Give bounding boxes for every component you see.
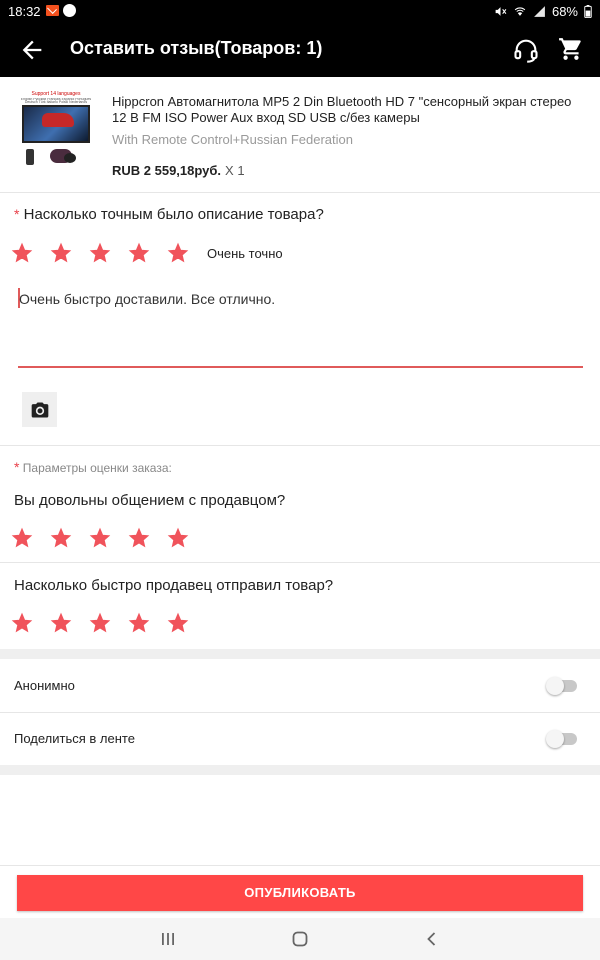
share-feed-toggle[interactable] (546, 730, 577, 748)
star-icon[interactable] (50, 527, 89, 549)
mail-notification-icon (46, 5, 59, 16)
system-nav-bar (0, 918, 600, 960)
publish-button[interactable]: ОПУБЛИКОВАТЬ (17, 875, 583, 911)
star-icon[interactable] (50, 242, 89, 264)
thumbnail-car (42, 113, 74, 127)
product-thumbnail[interactable]: Support 14 languages English Русский Fra… (16, 91, 96, 171)
app-notification-icon (63, 4, 76, 17)
star-icon[interactable] (128, 242, 167, 264)
cart-button[interactable] (558, 36, 586, 64)
section-divider (0, 445, 600, 446)
add-photo-button[interactable] (22, 392, 57, 427)
app-bar: Оставить отзыв(Товаров: 1) (0, 24, 600, 77)
thumbnail-remote (26, 149, 34, 165)
section-separator (0, 649, 600, 659)
description-question-text: Насколько точным было описание товара? (23, 206, 324, 223)
star-icon[interactable] (167, 527, 206, 549)
thumbnail-camera-lens (64, 153, 76, 163)
recent-apps-icon (162, 933, 174, 945)
product-price: RUB 2 559,18руб. (112, 163, 222, 178)
cart-icon (559, 38, 581, 60)
product-quantity: X 1 (225, 163, 245, 178)
recent-apps-button[interactable] (156, 927, 180, 951)
headset-icon (514, 39, 538, 63)
required-mark: * (14, 459, 20, 475)
star-icon[interactable] (50, 612, 89, 634)
seller-communication-question: Вы довольны общением с продавцом? (14, 492, 286, 509)
signal-icon (534, 6, 545, 17)
home-button[interactable] (288, 927, 312, 951)
product-title: Hippcron Автомагнитола MP5 2 Din Bluetoo… (112, 94, 572, 125)
back-button[interactable] (18, 36, 46, 64)
review-text: Очень быстро доставили. Все отлично. (19, 291, 276, 307)
support-button[interactable] (512, 36, 540, 64)
toggle-knob (546, 730, 564, 748)
publish-bar: ОПУБЛИКОВАТЬ (0, 865, 600, 918)
battery-icon (584, 5, 592, 18)
star-icon[interactable] (11, 242, 50, 264)
order-params-label-text: Параметры оценки заказа: (22, 461, 172, 475)
star-icon[interactable] (89, 242, 128, 264)
section-separator (0, 765, 600, 775)
chevron-left-icon (427, 932, 436, 946)
review-input[interactable]: Очень быстро доставили. Все отлично. (18, 285, 583, 368)
product-price-row: RUB 2 559,18руб. X 1 (112, 163, 245, 178)
shipping-speed-stars (11, 612, 206, 634)
star-icon[interactable] (167, 612, 206, 634)
star-icon[interactable] (11, 612, 50, 634)
star-icon[interactable] (89, 612, 128, 634)
star-icon[interactable] (128, 612, 167, 634)
home-icon (292, 931, 308, 947)
product-variant: With Remote Control+Russian Federation (112, 132, 353, 147)
star-icon[interactable] (11, 527, 50, 549)
battery-level: 68% (551, 4, 578, 19)
share-feed-row: Поделиться в ленте (0, 713, 600, 765)
wifi-icon (514, 7, 526, 16)
required-mark: * (14, 206, 20, 222)
page-title: Оставить отзыв(Товаров: 1) (70, 38, 323, 58)
star-icon[interactable] (89, 527, 128, 549)
description-stars (11, 242, 206, 264)
status-time: 18:32 (8, 4, 41, 19)
mute-icon (495, 7, 507, 16)
anonymous-row: Анонимно (0, 660, 600, 712)
row-divider (0, 562, 600, 563)
status-bar: 18:32 68% (0, 0, 600, 24)
shipping-speed-question: Насколько быстро продавец отправил товар… (14, 577, 334, 594)
arrow-left-icon (22, 40, 42, 60)
product-card: Support 14 languages English Русский Fra… (0, 77, 600, 193)
seller-communication-stars (11, 527, 206, 549)
anonymous-label: Анонимно (14, 678, 75, 693)
description-rating-label: Очень точно (207, 246, 283, 261)
star-icon[interactable] (167, 242, 206, 264)
description-question: * Насколько точным было описание товара? (14, 206, 324, 223)
share-feed-label: Поделиться в ленте (14, 731, 135, 746)
camera-icon (31, 402, 48, 417)
star-icon[interactable] (128, 527, 167, 549)
thumbnail-subcaption: English Русский Français Español Portugu… (20, 98, 92, 104)
system-back-button[interactable] (420, 927, 444, 951)
order-params-label: * Параметры оценки заказа: (14, 459, 172, 475)
anonymous-toggle[interactable] (546, 677, 577, 695)
toggle-knob (546, 677, 564, 695)
